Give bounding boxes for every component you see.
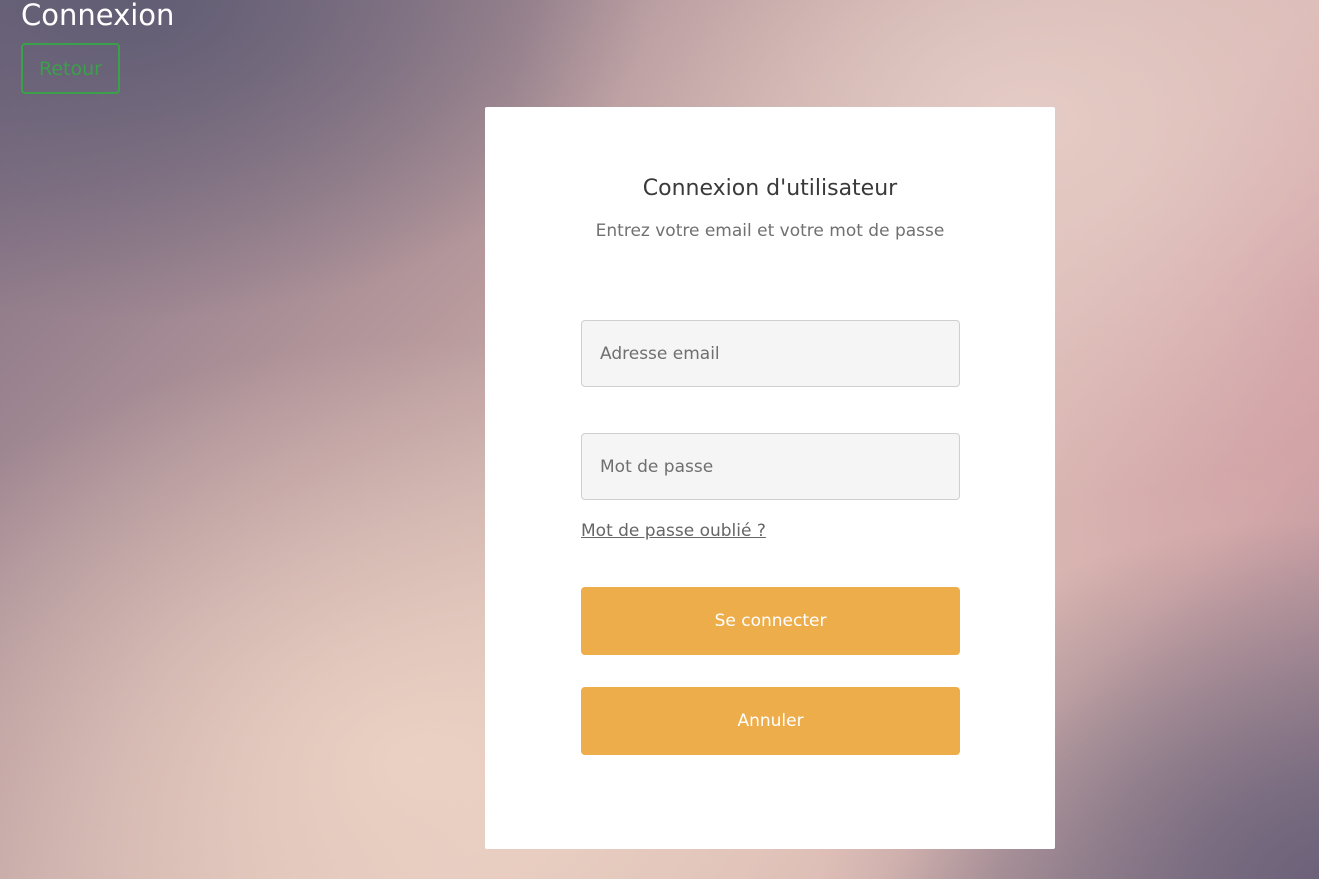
login-button[interactable]: Se connecter	[581, 587, 960, 655]
login-card-title: Connexion d'utilisateur	[642, 176, 898, 201]
page-title: Connexion	[21, 0, 175, 32]
back-button[interactable]: Retour	[21, 43, 120, 94]
cancel-button[interactable]: Annuler	[581, 687, 960, 755]
password-field[interactable]	[581, 433, 960, 500]
login-card-subtitle: Entrez votre email et votre mot de passe	[595, 221, 945, 241]
forgot-password-link[interactable]: Mot de passe oublié ?	[581, 521, 766, 541]
login-card: Connexion d'utilisateur Entrez votre ema…	[485, 107, 1055, 849]
email-field[interactable]	[581, 320, 960, 387]
